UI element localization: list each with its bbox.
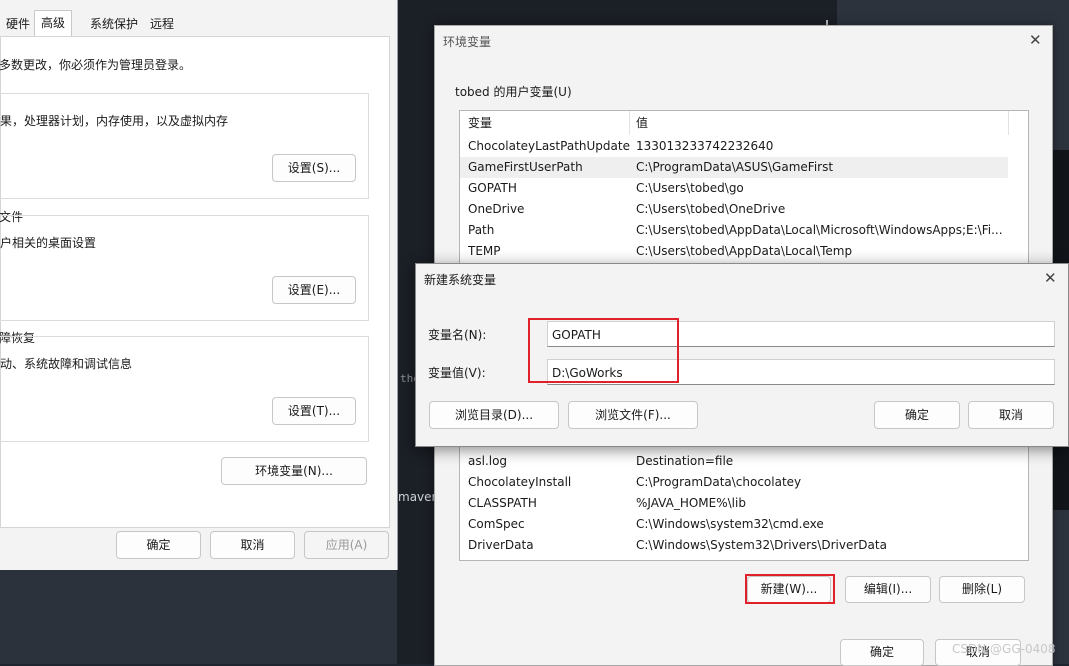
table-row[interactable]: GOPATH C:\Users\tobed\go xyxy=(460,178,1028,199)
startup-group: 动、系统故障和调试信息 设置(T)... xyxy=(0,336,369,442)
var-value: C:\ProgramData\ASUS\GameFirst xyxy=(636,160,834,174)
var-name: DriverData xyxy=(468,538,534,552)
maven-text: maven xyxy=(398,490,440,504)
performance-desc: 果，处理器计划，内存使用，以及虚拟内存 xyxy=(0,114,229,128)
close-icon[interactable]: ✕ xyxy=(1029,31,1042,49)
tab-hardware[interactable]: 硬件 xyxy=(0,12,36,34)
var-value: C:\Windows\system32\cmd.exe xyxy=(636,517,824,531)
system-vars-list[interactable]: asl.log Destination=file ChocolateyInsta… xyxy=(459,446,1029,561)
admin-note: 多数更改，你必须作为管理员登录。 xyxy=(0,58,192,72)
environment-variables-button[interactable]: 环境变量(N)... xyxy=(221,457,367,485)
user-vars-group-label: tobed 的用户变量(U) xyxy=(455,85,572,99)
profile-desc: 户相关的桌面设置 xyxy=(0,236,97,250)
var-value: C:\Windows\System32\Drivers\DriverData xyxy=(636,538,887,552)
tab-remote[interactable]: 远程 xyxy=(144,12,180,34)
var-value: C:\Users\tobed\go xyxy=(636,181,744,195)
var-value: 133013233742232640 xyxy=(636,139,774,153)
table-row[interactable]: OneDrive C:\Users\tobed\OneDrive xyxy=(460,199,1028,220)
delete-variable-button[interactable]: 删除(L) xyxy=(939,576,1025,603)
profile-group: 户相关的桌面设置 设置(E)... xyxy=(0,215,369,321)
column-header-variable[interactable]: 变量 xyxy=(468,111,492,135)
startup-desc: 动、系统故障和调试信息 xyxy=(0,357,133,371)
var-name: ComSpec xyxy=(468,517,525,531)
sysprop-ok-button[interactable]: 确定 xyxy=(116,531,201,559)
variable-name-label: 变量名(N): xyxy=(428,328,487,342)
edit-variable-button[interactable]: 编辑(I)... xyxy=(845,576,931,603)
performance-group: 果，处理器计划，内存使用，以及虚拟内存 设置(S)... xyxy=(0,93,369,199)
table-row[interactable]: asl.log Destination=file xyxy=(460,451,1028,472)
table-row[interactable]: ChocolateyLastPathUpdate 133013233742232… xyxy=(460,136,1028,157)
performance-settings-button[interactable]: 设置(S)... xyxy=(272,154,356,182)
var-name: TEMP xyxy=(468,244,501,258)
variable-value-label: 变量值(V): xyxy=(428,366,486,380)
user-vars-list[interactable]: 变量 值 ChocolateyLastPathUpdate 1330132337… xyxy=(459,110,1029,264)
var-value: C:\Users\tobed\OneDrive xyxy=(636,202,786,216)
profile-settings-button[interactable]: 设置(E)... xyxy=(272,276,356,304)
list-header: 变量 值 xyxy=(460,111,1028,135)
sysprop-cancel-button[interactable]: 取消 xyxy=(210,531,295,559)
table-row[interactable]: ChocolateyInstall C:\ProgramData\chocola… xyxy=(460,472,1028,493)
input-highlight xyxy=(528,318,679,383)
var-name: Path xyxy=(468,223,495,237)
table-row[interactable]: ComSpec C:\Windows\system32\cmd.exe xyxy=(460,514,1028,535)
var-value: C:\ProgramData\chocolatey xyxy=(636,475,802,489)
var-value: C:\Users\tobed\AppData\Local\Microsoft\W… xyxy=(636,223,1003,237)
table-row[interactable]: Path C:\Users\tobed\AppData\Local\Micros… xyxy=(460,220,1028,241)
var-name: asl.log xyxy=(468,454,508,468)
var-name: GameFirstUserPath xyxy=(468,160,583,174)
system-properties-dialog: 硬件 高级 系统保护 远程 多数更改，你必须作为管理员登录。 果，处理器计划，内… xyxy=(0,0,398,570)
browse-file-button[interactable]: 浏览文件(F)... xyxy=(568,401,698,429)
new-var-cancel-button[interactable]: 取消 xyxy=(968,401,1054,429)
new-var-ok-button[interactable]: 确定 xyxy=(874,401,960,429)
new-button-highlight xyxy=(745,574,835,604)
new-var-dialog-title: 新建系统变量 xyxy=(424,273,497,287)
var-value: C:\Users\tobed\AppData\Local\Temp xyxy=(636,244,853,258)
var-value: %JAVA_HOME%\lib xyxy=(636,496,746,510)
watermark: CSDN @GG-0408 xyxy=(952,642,1056,656)
browse-directory-button[interactable]: 浏览目录(D)... xyxy=(429,401,559,429)
table-row[interactable]: DriverData C:\Windows\System32\Drivers\D… xyxy=(460,535,1028,556)
column-header-value[interactable]: 值 xyxy=(636,111,648,135)
table-row[interactable]: CLASSPATH %JAVA_HOME%\lib xyxy=(460,493,1028,514)
env-ok-button[interactable]: 确定 xyxy=(840,639,924,666)
close-icon[interactable]: ✕ xyxy=(1044,269,1057,287)
var-name: GOPATH xyxy=(468,181,517,195)
table-row[interactable]: GameFirstUserPath C:\ProgramData\ASUS\Ga… xyxy=(460,157,1008,178)
advanced-panel: 多数更改，你必须作为管理员登录。 果，处理器计划，内存使用，以及虚拟内存 设置(… xyxy=(0,36,390,528)
var-name: ChocolateyInstall xyxy=(468,475,572,489)
new-system-variable-dialog: 新建系统变量 ✕ 变量名(N): GOPATH 变量值(V): D:\GoWor… xyxy=(415,263,1069,447)
tab-system-protection[interactable]: 系统保护 xyxy=(84,12,144,34)
env-dialog-title: 环境变量 xyxy=(443,35,492,49)
var-name: CLASSPATH xyxy=(468,496,537,510)
table-row[interactable]: TEMP C:\Users\tobed\AppData\Local\Temp xyxy=(460,241,1028,262)
var-name: OneDrive xyxy=(468,202,525,216)
var-value: Destination=file xyxy=(636,454,734,468)
var-name: ChocolateyLastPathUpdate xyxy=(468,139,630,153)
sysprop-apply-button[interactable]: 应用(A) xyxy=(304,531,389,559)
tab-advanced[interactable]: 高级 xyxy=(34,10,73,37)
startup-settings-button[interactable]: 设置(T)... xyxy=(272,397,356,425)
